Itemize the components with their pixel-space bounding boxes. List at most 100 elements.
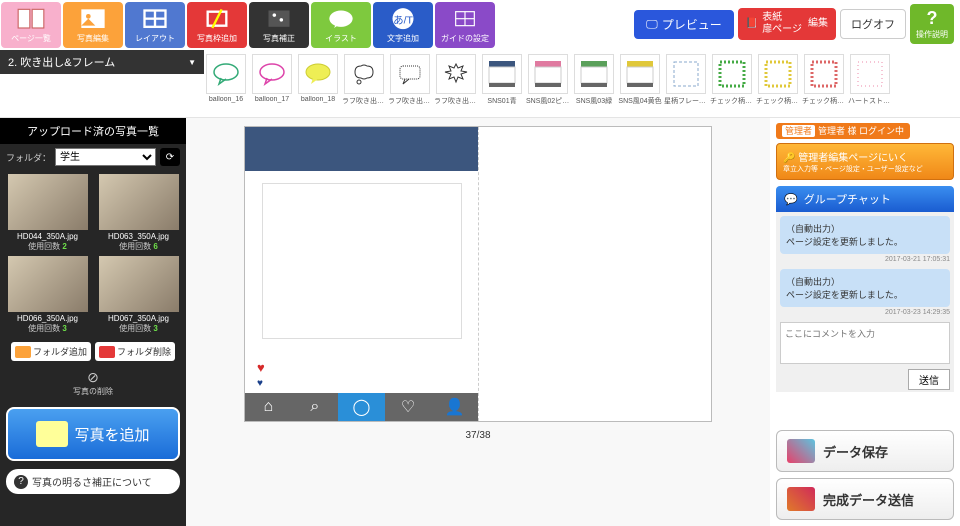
- logoff-button[interactable]: ログオフ: [840, 9, 906, 39]
- tool-photo-edit[interactable]: 写真編集: [63, 2, 123, 48]
- chat-timestamp: 2017-03-23 14:29:35: [780, 309, 950, 316]
- page-number: 37/38: [465, 430, 490, 441]
- cover-icon: 📕: [746, 18, 758, 30]
- chat-header: 💬グループチャット: [776, 186, 954, 212]
- tool-label: ガイドの設定: [441, 33, 489, 44]
- tool-label: 写真編集: [77, 33, 109, 44]
- top-toolbar: ページ一覧 写真編集 レイアウト 写真枠追加 写真補正 イラスト あ/T 文字追加…: [0, 0, 960, 50]
- send-icon: [787, 487, 815, 511]
- monitor-icon: 🖵: [646, 17, 658, 32]
- asset-item[interactable]: 星柄フレーム‥: [664, 54, 708, 113]
- asset-item[interactable]: ラフ吹き出し‥: [434, 54, 478, 113]
- asset-item[interactable]: SNS風04黄色: [618, 54, 662, 113]
- asset-item[interactable]: チェック柄フ‥: [802, 54, 846, 113]
- category-select[interactable]: 2. 吹き出し&フレーム: [0, 50, 204, 74]
- help-button[interactable]: 操作説明: [910, 4, 954, 44]
- photos-icon: [36, 421, 68, 447]
- thought-balloon-icon: [344, 54, 384, 94]
- asset-item[interactable]: balloon_16: [204, 54, 248, 113]
- chat-icon: 💬: [784, 193, 798, 206]
- home-icon: ⌂: [245, 398, 292, 416]
- chat-send-button[interactable]: 送信: [908, 369, 950, 390]
- svg-text:あ/T: あ/T: [393, 14, 413, 26]
- tool-illust[interactable]: イラスト: [311, 2, 371, 48]
- heart-frame-icon: [850, 54, 890, 94]
- tool-add-text[interactable]: あ/T 文字追加: [373, 2, 433, 48]
- heart-icon: ♥: [257, 360, 265, 375]
- chat-message: （自動出力）ページ設定を更新しました。: [780, 216, 950, 254]
- asset-item[interactable]: SNS風03緑: [572, 54, 616, 113]
- tool-layout[interactable]: レイアウト: [125, 2, 185, 48]
- asset-item[interactable]: SNS01青: [480, 54, 524, 113]
- check-frame-icon: [758, 54, 798, 94]
- submit-button[interactable]: 完成データ送信: [776, 478, 954, 520]
- admin-badge: 管理者管理者 様 ログイン中: [776, 123, 910, 139]
- page-right[interactable]: [478, 127, 711, 421]
- photo-item[interactable]: HD066_350A.jpg使用回数 3: [4, 256, 91, 334]
- balloon-icon: [206, 54, 246, 94]
- balloon-icon: [252, 54, 292, 94]
- photo-sidebar: アップロード済の写真一覧 フォルダ： 学生 ⟳ HD044_350A.jpg使用…: [0, 118, 186, 526]
- save-button[interactable]: データ保存: [776, 430, 954, 472]
- asset-strip: balloon_16 balloon_17 balloon_18 ラフ吹き出し‥…: [204, 50, 960, 117]
- cover-edit-button[interactable]: 📕 表紙扉ページ 編集: [738, 8, 836, 40]
- admin-page-link[interactable]: 🔑 管理者編集ページにいく 章立入力等・ページ設定・ユーザー設定など: [776, 143, 954, 180]
- refresh-button[interactable]: ⟳: [160, 148, 180, 166]
- asset-item[interactable]: balloon_17: [250, 54, 294, 113]
- sns-frame-icon: [620, 54, 660, 94]
- tool-label: 文字追加: [387, 33, 419, 44]
- asset-item[interactable]: ラフ吹き出し‥: [342, 54, 386, 113]
- brightness-help-link[interactable]: 写真の明るさ補正について: [6, 469, 180, 494]
- asset-item[interactable]: ハートストラ‥: [848, 54, 892, 113]
- sns-frame-icon: [574, 54, 614, 94]
- rough-balloon-icon: [390, 54, 430, 94]
- photo-item[interactable]: HD063_350A.jpg使用回数 6: [95, 174, 182, 252]
- heart-icon: ♡: [385, 397, 432, 417]
- sidebar-title: アップロード済の写真一覧: [0, 118, 186, 144]
- sns-frame-icon: [482, 54, 522, 94]
- folder-delete-button[interactable]: フォルダ削除: [95, 342, 175, 361]
- burst-balloon-icon: [436, 54, 476, 94]
- photo-item[interactable]: HD044_350A.jpg使用回数 2: [4, 174, 91, 252]
- trash-icon[interactable]: ⊘: [4, 369, 182, 386]
- preview-button[interactable]: 🖵プレビュー: [634, 10, 734, 39]
- right-panel: 管理者管理者 様 ログイン中 🔑 管理者編集ページにいく 章立入力等・ページ設定…: [770, 118, 960, 526]
- tool-guide[interactable]: ガイドの設定: [435, 2, 495, 48]
- sns-header: [245, 127, 478, 171]
- asset-item[interactable]: チェック柄フ‥: [756, 54, 800, 113]
- tool-add-photoframe[interactable]: 写真枠追加: [187, 2, 247, 48]
- folder-plus-icon: [15, 346, 31, 358]
- tool-label: 写真補正: [263, 33, 295, 44]
- photo-item[interactable]: HD067_350A.jpg使用回数 3: [95, 256, 182, 334]
- page-left: ♥ ♥ ⌂ ⌕ ◯ ♡ 👤: [245, 127, 478, 421]
- balloon-icon: [298, 54, 338, 94]
- photo-thumb: [99, 256, 179, 312]
- chat-input[interactable]: [780, 322, 950, 364]
- page-spread[interactable]: ♥ ♥ ⌂ ⌕ ◯ ♡ 👤: [244, 126, 712, 422]
- sns-frame-icon: [528, 54, 568, 94]
- chat-panel: 💬グループチャット （自動出力）ページ設定を更新しました。 2017-03-21…: [776, 186, 954, 392]
- photo-thumb: [8, 256, 88, 312]
- asset-item[interactable]: SNS風02ピン‥: [526, 54, 570, 113]
- asset-item[interactable]: チェック柄フ‥: [710, 54, 754, 113]
- tool-photo-correct[interactable]: 写真補正: [249, 2, 309, 48]
- sns-photo-frame[interactable]: [262, 183, 462, 339]
- asset-item[interactable]: ラフ吹き出し‥: [388, 54, 432, 113]
- chat-timestamp: 2017-03-21 17:05:31: [780, 256, 950, 263]
- folder-minus-icon: [99, 346, 115, 358]
- tool-label: イラスト: [325, 33, 357, 44]
- tool-page-list[interactable]: ページ一覧: [1, 2, 61, 48]
- chat-message: （自動出力）ページ設定を更新しました。: [780, 269, 950, 307]
- disk-icon: [787, 439, 815, 463]
- tool-label: 写真枠追加: [197, 33, 237, 44]
- asset-item[interactable]: balloon_18: [296, 54, 340, 113]
- camera-icon: ◯: [338, 393, 385, 421]
- folder-label: フォルダ：: [6, 151, 51, 164]
- tool-label: ページ一覧: [11, 33, 51, 44]
- asset-row: 2. 吹き出し&フレーム balloon_16 balloon_17 ballo…: [0, 50, 960, 118]
- check-frame-icon: [712, 54, 752, 94]
- photo-thumb: [99, 174, 179, 230]
- folder-add-button[interactable]: フォルダ追加: [11, 342, 91, 361]
- add-photo-button[interactable]: 写真を追加: [6, 407, 180, 461]
- folder-select[interactable]: 学生: [55, 148, 156, 166]
